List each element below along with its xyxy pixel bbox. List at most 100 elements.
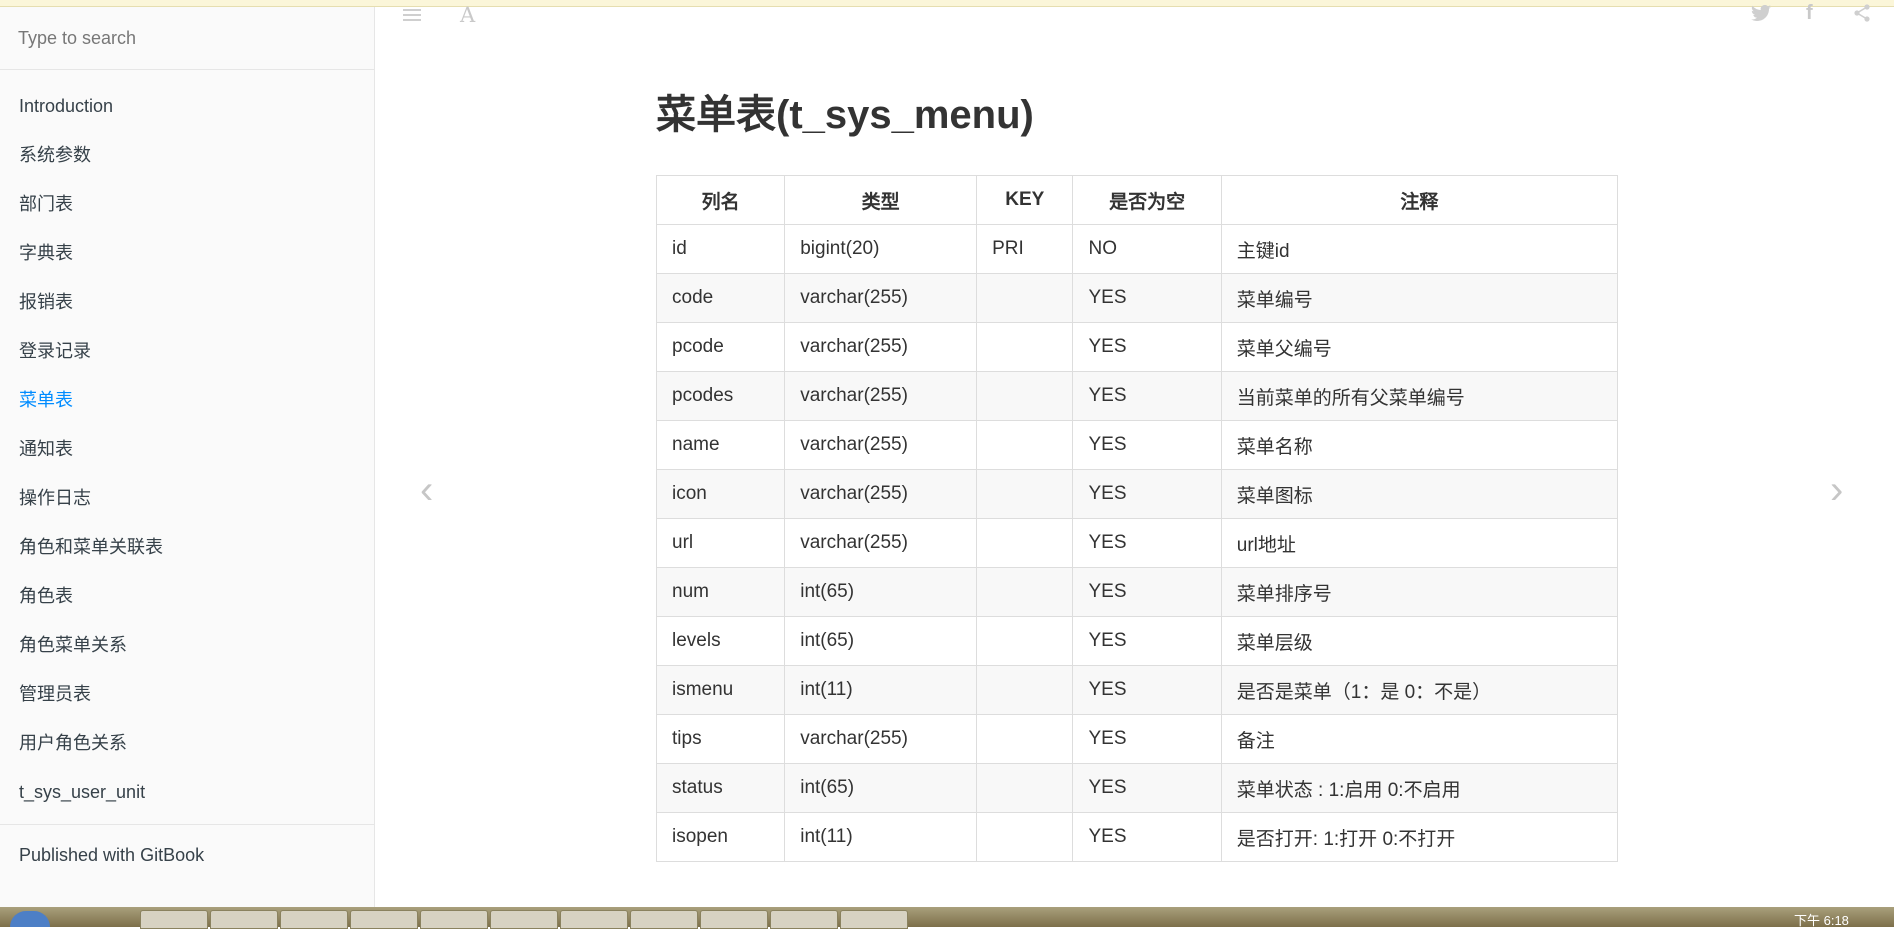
sidebar-nav-item[interactable]: 报销表: [0, 284, 374, 333]
cell-nullable: YES: [1072, 322, 1222, 372]
cell-key: [976, 322, 1074, 372]
cell-nullable: YES: [1072, 518, 1222, 568]
table-row: name varchar(255) YES 菜单名称: [655, 420, 1619, 470]
cell-type: int(11): [784, 812, 978, 862]
column-header-key: KEY: [976, 175, 1074, 225]
cell-type: bigint(20): [784, 224, 978, 274]
sidebar-nav-item[interactable]: 通知表: [0, 431, 374, 480]
cell-column-name: id: [655, 224, 786, 274]
taskbar-button[interactable]: [210, 910, 278, 929]
search-box: [0, 7, 374, 70]
cell-key: [976, 665, 1074, 715]
cell-type: varchar(255): [784, 714, 978, 764]
previous-page-arrow[interactable]: ‹: [420, 470, 433, 510]
cell-type: varchar(255): [784, 322, 978, 372]
cell-comment: 菜单图标: [1220, 469, 1619, 519]
cell-nullable: NO: [1072, 224, 1222, 274]
sidebar-nav-item[interactable]: 登录记录: [0, 333, 374, 382]
taskbar-button[interactable]: [490, 910, 558, 929]
sidebar-nav-item[interactable]: 部门表: [0, 186, 374, 235]
table-row: ismenu int(11) YES 是否是菜单（1：是 0：不是）: [655, 665, 1619, 715]
table-row: url varchar(255) YES url地址: [655, 518, 1619, 568]
taskbar-button[interactable]: [420, 910, 488, 929]
column-header-name: 列名: [655, 175, 786, 225]
cell-comment: 是否打开: 1:打开 0:不打开: [1220, 812, 1619, 862]
cell-nullable: YES: [1072, 469, 1222, 519]
sidebar-nav-item[interactable]: 管理员表: [0, 676, 374, 725]
cell-comment: 菜单父编号: [1220, 322, 1619, 372]
cell-comment: 菜单层级: [1220, 616, 1619, 666]
cell-column-name: tips: [655, 714, 786, 764]
cell-nullable: YES: [1072, 665, 1222, 715]
table-row: tips varchar(255) YES 备注: [655, 714, 1619, 764]
table-row: code varchar(255) YES 菜单编号: [655, 273, 1619, 323]
next-page-arrow[interactable]: ›: [1830, 470, 1843, 510]
cell-key: [976, 518, 1074, 568]
cell-comment: 菜单名称: [1220, 420, 1619, 470]
cell-comment: 菜单排序号: [1220, 567, 1619, 617]
column-header-comment: 注释: [1220, 175, 1619, 225]
cell-column-name: url: [655, 518, 786, 568]
cell-nullable: YES: [1072, 763, 1222, 813]
sidebar-nav-item[interactable]: 角色表: [0, 578, 374, 627]
facebook-icon[interactable]: f: [1806, 2, 1813, 25]
cell-nullable: YES: [1072, 273, 1222, 323]
taskbar-button[interactable]: [140, 910, 208, 929]
table-row: status int(65) YES 菜单状态 : 1:启用 0:不启用: [655, 763, 1619, 813]
cell-key: [976, 420, 1074, 470]
taskbar-button[interactable]: [840, 910, 908, 929]
table-row: pcodes varchar(255) YES 当前菜单的所有父菜单编号: [655, 371, 1619, 421]
cell-nullable: YES: [1072, 420, 1222, 470]
twitter-icon[interactable]: [1751, 4, 1771, 27]
sidebar-nav-item[interactable]: 系统参数: [0, 137, 374, 186]
table-row: pcode varchar(255) YES 菜单父编号: [655, 322, 1619, 372]
cell-type: int(11): [784, 665, 978, 715]
page-title: 菜单表(t_sys_menu): [656, 93, 1034, 137]
sidebar-nav-item[interactable]: t_sys_user_unit: [0, 774, 374, 810]
toc-toggle-icon[interactable]: [403, 9, 421, 23]
taskbar-clock: 下午 6:18: [1794, 913, 1849, 928]
cell-column-name: pcode: [655, 322, 786, 372]
sidebar-nav-item[interactable]: 菜单表: [0, 382, 374, 431]
cell-column-name: icon: [655, 469, 786, 519]
cell-type: varchar(255): [784, 420, 978, 470]
sidebar-nav-item[interactable]: 用户角色关系: [0, 725, 374, 774]
taskbar-button[interactable]: [630, 910, 698, 929]
cell-key: [976, 273, 1074, 323]
cell-comment: 主键id: [1220, 224, 1619, 274]
cell-comment: url地址: [1220, 518, 1619, 568]
font-settings-icon[interactable]: A: [460, 3, 475, 27]
sidebar-nav-item[interactable]: 角色和菜单关联表: [0, 529, 374, 578]
cell-nullable: YES: [1072, 616, 1222, 666]
cell-column-name: num: [655, 567, 786, 617]
sidebar-nav-item[interactable]: Introduction: [0, 88, 374, 137]
cell-type: int(65): [784, 763, 978, 813]
taskbar-button[interactable]: [770, 910, 838, 929]
taskbar-button[interactable]: [560, 910, 628, 929]
cell-key: [976, 371, 1074, 421]
taskbar-button[interactable]: [350, 910, 418, 929]
sidebar-nav-item[interactable]: 操作日志: [0, 480, 374, 529]
schema-table: 列名 类型 KEY 是否为空 注释 id bigint(20) PRI NO 主键id c…: [655, 175, 1619, 862]
taskbar-button[interactable]: [700, 910, 768, 929]
table-row: isopen int(11) YES 是否打开: 1:打开 0:不打开: [655, 812, 1619, 862]
taskbar-button[interactable]: [280, 910, 348, 929]
cell-comment: 当前菜单的所有父菜单编号: [1220, 371, 1619, 421]
cell-type: varchar(255): [784, 371, 978, 421]
sidebar-nav-item[interactable]: 字典表: [0, 235, 374, 284]
cell-column-name: status: [655, 763, 786, 813]
cell-column-name: name: [655, 420, 786, 470]
cell-key: [976, 567, 1074, 617]
cell-column-name: code: [655, 273, 786, 323]
cell-type: int(65): [784, 567, 978, 617]
sidebar-nav-item[interactable]: 角色菜单关系: [0, 627, 374, 676]
search-input[interactable]: [0, 27, 356, 49]
table-row: levels int(65) YES 菜单层级: [655, 616, 1619, 666]
cell-nullable: YES: [1072, 812, 1222, 862]
cell-nullable: YES: [1072, 567, 1222, 617]
table-row: num int(65) YES 菜单排序号: [655, 567, 1619, 617]
table-row: icon varchar(255) YES 菜单图标: [655, 469, 1619, 519]
cell-key: [976, 616, 1074, 666]
share-icon[interactable]: [1853, 4, 1871, 28]
published-with-gitbook-link[interactable]: Published with GitBook: [0, 825, 374, 886]
